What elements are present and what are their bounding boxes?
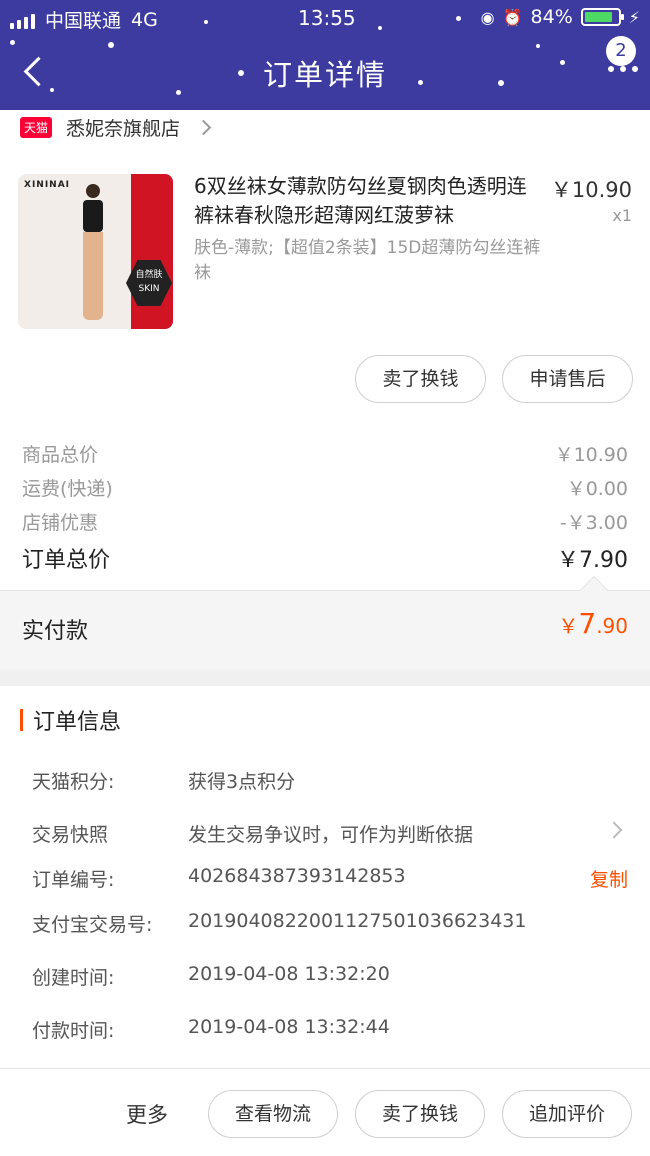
order-number-label: 订单编号: — [32, 869, 115, 891]
shop-link[interactable]: 天猫 悉妮奈旗舰店 — [20, 112, 212, 142]
product-image-brand: XININAI — [24, 180, 71, 190]
order-total-row: 订单总价 ￥7.90 — [22, 542, 628, 574]
shipping-label: 运费(快递) — [22, 478, 113, 500]
skin-tag-subtext: SKIN — [138, 284, 160, 294]
paid-time-value: 2019-04-08 13:32:44 — [188, 1016, 390, 1038]
actual-paid-label: 实付款 — [22, 619, 89, 644]
discount-label: 店铺优惠 — [22, 512, 99, 534]
goods-total-label: 商品总价 — [22, 444, 99, 466]
paid-time-label: 付款时间: — [32, 1020, 115, 1042]
after-sale-button[interactable]: 申请售后 — [502, 355, 633, 403]
product-title[interactable]: 6双丝袜女薄款防勾丝夏钢肉色透明连裤袜春秋隐形超薄网红菠萝袜 — [194, 172, 544, 230]
actual-paid-panel: 实付款 ￥7.90 — [0, 575, 650, 670]
product-price: ￥10.90 — [550, 178, 632, 202]
snapshot-row[interactable]: 交易快照 发生交易争议时，可作为判断依据 — [32, 820, 630, 846]
sell-for-cash-button[interactable]: 卖了换钱 — [355, 1090, 485, 1138]
chevron-right-icon — [605, 821, 623, 839]
copy-order-number-button[interactable]: 复制 — [590, 865, 628, 892]
goods-total-value: ￥10.90 — [554, 444, 628, 466]
order-total-value: ￥7.90 — [557, 548, 628, 573]
snapshot-label: 交易快照 — [32, 824, 109, 846]
shop-name: 悉妮奈旗舰店 — [66, 117, 181, 140]
network-type: 4G — [131, 8, 158, 31]
product-quantity: x1 — [612, 206, 632, 225]
carrier: 中国联通 — [45, 10, 122, 32]
charging-icon: ⚡ — [628, 7, 640, 27]
created-time-label: 创建时间: — [32, 967, 115, 989]
battery-icon — [580, 8, 624, 26]
status-bar: 中国联通 4G 13:55 ◉ ⏰ 84% ⚡ — [0, 4, 650, 34]
order-total-label: 订单总价 — [22, 548, 111, 573]
signal-icon — [10, 11, 35, 29]
header: 中国联通 4G 13:55 ◉ ⏰ 84% ⚡ 订单详情 2 — [0, 0, 650, 110]
skin-tag-text: 自然肤 — [135, 270, 163, 280]
points-value: 获得3点积分 — [188, 771, 296, 793]
battery-percent: 84% — [530, 6, 573, 28]
view-logistics-button[interactable]: 查看物流 — [208, 1090, 338, 1138]
discount-row: 店铺优惠 -￥3.00 — [22, 508, 628, 535]
add-review-button[interactable]: 追加评价 — [502, 1090, 632, 1138]
sell-item-button[interactable]: 卖了换钱 — [355, 355, 486, 403]
page-title: 订单详情 — [262, 58, 387, 92]
alarm-icon: ⏰ — [502, 7, 523, 27]
chevron-right-icon — [195, 119, 212, 135]
order-number-value: 402684387393142853 — [188, 865, 406, 887]
shipping-row: 运费(快递) ￥0.00 — [22, 474, 628, 501]
orientation-lock-icon: ◉ — [480, 7, 495, 27]
more-actions-button[interactable]: 更多 — [126, 1099, 168, 1129]
order-info-title: 订单信息 — [33, 710, 122, 735]
product-sku: 肤色-薄款;【超值2条装】15D超薄防勾丝连裤袜 — [194, 238, 541, 283]
discount-value: -￥3.00 — [559, 512, 628, 534]
section-accent-bar — [20, 709, 23, 731]
product-image[interactable]: XININAI 自然肤 SKIN — [18, 174, 173, 329]
snapshot-value: 发生交易争议时，可作为判断依据 — [188, 824, 474, 846]
model-figure — [80, 184, 106, 324]
points-label: 天猫积分: — [32, 771, 115, 793]
clock: 13:55 — [298, 6, 356, 30]
actual-paid-value: ￥7.90 — [558, 607, 628, 640]
shipping-value: ￥0.00 — [566, 478, 628, 500]
more-menu-icon[interactable] — [608, 66, 638, 72]
tmall-logo: 天猫 — [20, 116, 53, 138]
order-info-header: 订单信息 — [20, 704, 121, 736]
goods-total-row: 商品总价 ￥10.90 — [22, 440, 628, 467]
alipay-number-label: 支付宝交易号: — [32, 914, 153, 936]
created-time-value: 2019-04-08 13:32:20 — [188, 963, 390, 985]
alipay-number-value: 2019040822001127501036623431 — [188, 910, 527, 932]
message-count-badge[interactable]: 2 — [606, 36, 636, 66]
section-divider — [0, 670, 650, 686]
bottom-action-bar: 更多 查看物流 卖了换钱 追加评价 — [0, 1068, 650, 1156]
